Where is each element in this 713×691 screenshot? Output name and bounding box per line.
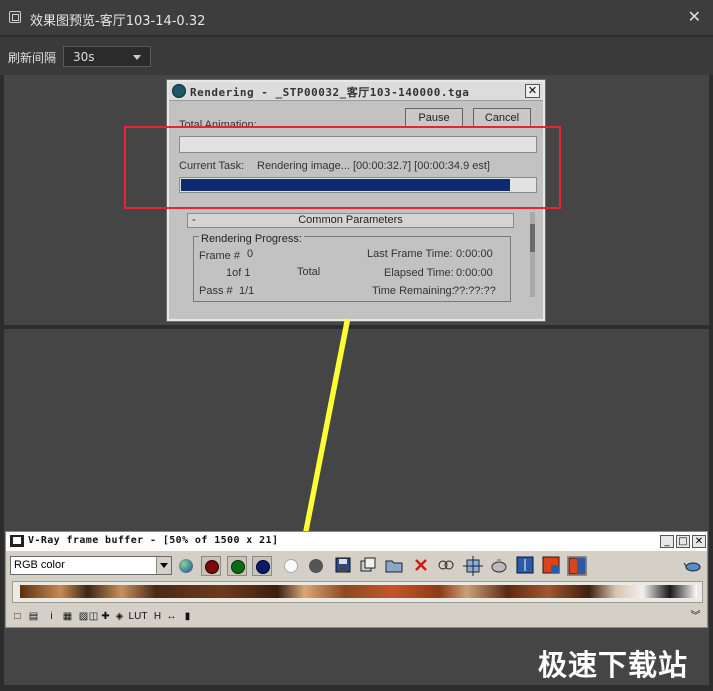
history-icon[interactable]: ▤ (28, 611, 39, 623)
vray-frame-buffer: V-Ray frame buffer - [50% of 1500 x 21] … (5, 531, 708, 628)
render-teapot-icon[interactable] (489, 556, 509, 576)
color-correct-icon[interactable]: ◫ (88, 611, 99, 623)
lens-effects-icon[interactable]: ◈ (114, 611, 125, 623)
display-mode-icon[interactable]: □ (12, 611, 23, 623)
green-channel-button[interactable] (227, 556, 247, 576)
levels-icon[interactable]: ▦ (62, 611, 73, 623)
save-icon[interactable] (334, 556, 354, 576)
red-channel-button[interactable] (201, 556, 221, 576)
channel-select[interactable]: RGB color (10, 556, 172, 575)
blue-channel-button[interactable] (252, 556, 272, 576)
chevron-down-icon[interactable]: ︾ (690, 611, 701, 623)
maximize-button[interactable]: □ (676, 535, 690, 548)
region-render-icon[interactable] (463, 556, 483, 576)
vray-bottom-toolbar: □ ▤ i ▦ ▨ ◫ ✚ ◈ LUT H ↔ ▮ ︾ (6, 609, 707, 627)
compare-icon[interactable] (516, 556, 536, 576)
alpha-channel-button[interactable] (281, 556, 301, 576)
info-icon[interactable]: i (46, 611, 57, 623)
ab-vertical-icon[interactable] (567, 556, 587, 576)
open-folder-icon[interactable] (384, 556, 404, 576)
lut-icon[interactable]: LUT (128, 611, 148, 623)
mono-button[interactable] (306, 556, 326, 576)
ab-horizontal-icon[interactable] (542, 556, 562, 576)
close-icon[interactable]: ✕ (692, 535, 706, 548)
vray-title: V-Ray frame buffer - [50% of 1500 x 21] (28, 535, 279, 546)
rgb-channels-button[interactable] (176, 556, 196, 576)
minimize-button[interactable]: _ (660, 535, 674, 548)
chevron-down-icon (156, 557, 171, 574)
compare-toggle-icon[interactable]: ↔ (166, 611, 177, 623)
vray-window-icon (10, 535, 24, 547)
exposure-icon[interactable]: ✚ (100, 611, 111, 623)
clear-icon[interactable] (412, 556, 432, 576)
track-mouse-icon[interactable] (436, 556, 456, 576)
histogram-icon[interactable]: H (152, 611, 163, 623)
rendered-image (20, 585, 697, 598)
arrow-shaft (297, 318, 350, 565)
teapot-icon[interactable] (683, 556, 703, 576)
channel-toggle-icon[interactable]: ▮ (182, 611, 193, 623)
channel-value: RGB color (14, 559, 65, 571)
watermark: 极速下载站 (538, 648, 689, 682)
vray-titlebar: V-Ray frame buffer - [50% of 1500 x 21] … (6, 532, 707, 551)
duplicate-icon[interactable] (359, 556, 379, 576)
